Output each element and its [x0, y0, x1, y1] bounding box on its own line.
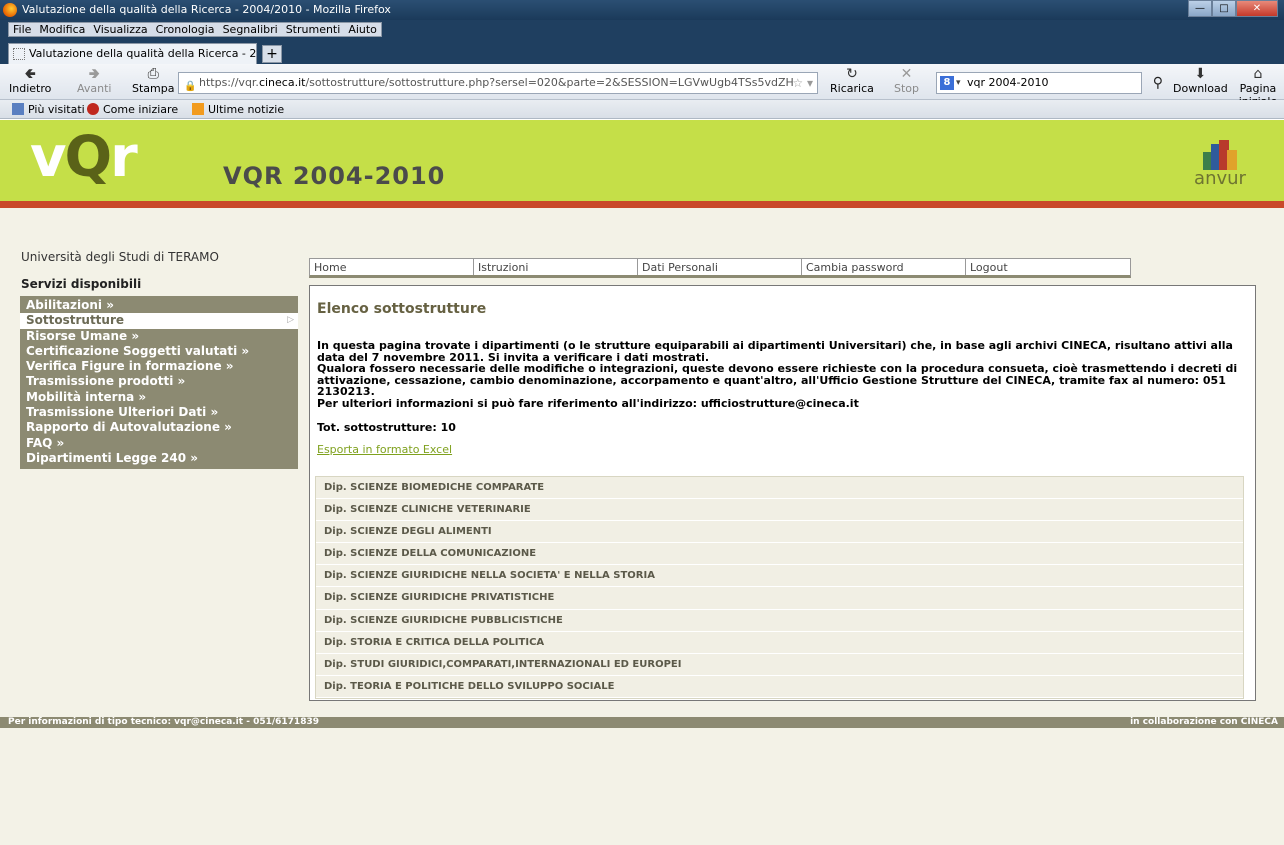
download-arrow-icon: ⬇ [1194, 66, 1207, 82]
nav-logout[interactable]: Logout [966, 259, 1130, 275]
menu-file[interactable]: File [9, 23, 35, 36]
site-header: vQr VQR 2004-2010 anvur [0, 120, 1284, 201]
list-item[interactable]: Dip. SCIENZE CLINICHE VETERINARIE [316, 499, 1243, 522]
tab-bar: Valutazione della qualità della Ricerca … [0, 39, 1284, 64]
google-engine-icon[interactable]: 8 [940, 76, 954, 90]
tab-title: Valutazione della qualità della Ricerca … [29, 47, 257, 60]
new-tab-button[interactable]: + [262, 45, 282, 63]
list-item[interactable]: Dip. SCIENZE BIOMEDICHE COMPARATE [316, 477, 1243, 500]
folder-icon [12, 103, 24, 115]
nav-istruzioni[interactable]: Istruzioni [474, 259, 638, 275]
reload-button[interactable]: ↻ Ricarica [830, 66, 874, 95]
menu-visualizza[interactable]: Visualizza [89, 23, 151, 36]
main-content: Elenco sottostrutture In questa pagina t… [309, 285, 1256, 701]
list-item[interactable]: Dip. SCIENZE GIURIDICHE NELLA SOCIETA' E… [316, 565, 1243, 588]
home-icon: ⌂ [1253, 66, 1263, 82]
menu-cronologia[interactable]: Cronologia [152, 23, 219, 36]
department-list: Dip. SCIENZE BIOMEDICHE COMPARATE Dip. S… [315, 476, 1244, 699]
firefox-logo-icon [3, 3, 17, 17]
footer-contact: Per informazioni di tipo tecnico: vqr@ci… [8, 717, 319, 727]
bookmark-piu-visitati[interactable]: Più visitati [12, 103, 85, 116]
menu-faq[interactable]: FAQ » [20, 436, 298, 451]
navigation-toolbar: 🢀 Indietro 🢂 Avanti ⎙ Stampa 🔒 https://v… [0, 64, 1284, 108]
forward-button[interactable]: 🢂 Avanti [77, 66, 111, 95]
services-heading: Servizi disponibili [21, 277, 142, 291]
printer-icon: ⎙ [147, 66, 159, 82]
anvur-logo: anvur [1185, 140, 1255, 192]
reload-icon: ↻ [846, 66, 858, 82]
export-excel-link[interactable]: Esporta in formato Excel [317, 443, 452, 456]
arrow-right-icon: 🢂 [88, 66, 100, 82]
list-item[interactable]: Dip. SCIENZE GIURIDICHE PUBBLICISTICHE [316, 609, 1243, 632]
menu-trasmissione-ulteriori-dati[interactable]: Trasmissione Ulteriori Dati » [20, 405, 298, 420]
menu-segnalibri[interactable]: Segnalibri [219, 23, 282, 36]
search-bar[interactable]: 8 ▾ vqr 2004-2010 ⚲ [936, 72, 1163, 94]
menu-certificazione-soggetti[interactable]: Certificazione Soggetti valutati » [20, 344, 298, 359]
engine-dropdown-icon[interactable]: ▾ [956, 73, 961, 93]
description-paragraph: Qualora fossero necessarie delle modific… [317, 362, 1238, 398]
menu-sottostrutture[interactable]: Sottostrutture ▷ [20, 313, 298, 329]
bookmarks-toolbar: Più visitati Come iniziare Ultime notizi… [0, 100, 1284, 119]
stop-x-icon: ✕ [900, 66, 913, 82]
print-button[interactable]: ⎙ Stampa [132, 66, 174, 95]
menu-verifica-figure[interactable]: Verifica Figure in formazione » [20, 359, 298, 374]
lock-icon: 🔒 [184, 81, 197, 92]
window-title: Valutazione della qualità della Ricerca … [22, 3, 391, 16]
services-menu: Abilitazioni » Sottostrutture ▷ Risorse U… [20, 296, 298, 470]
university-name: Università degli Studi di TERAMO [21, 250, 219, 264]
bookmark-star-icon[interactable]: ☆ ▾ [792, 73, 813, 93]
description: In questa pagina trovate i dipartimenti … [317, 340, 1252, 409]
list-item[interactable]: Dip. SCIENZE DEGLI ALIMENTI [316, 521, 1243, 544]
menu-mobilita-interna[interactable]: Mobilità interna » [20, 390, 298, 405]
menu-dipartimenti-legge-240[interactable]: Dipartimenti Legge 240 » [20, 451, 298, 466]
site-footer: Per informazioni di tipo tecnico: vqr@ci… [0, 717, 1284, 728]
page-favicon-icon [13, 48, 25, 60]
description-paragraph: Per ulteriori informazioni si può fare r… [317, 396, 859, 410]
search-icon[interactable]: ⚲ [1153, 73, 1163, 93]
triangle-right-icon: ▷ [287, 315, 294, 326]
browser-tab[interactable]: Valutazione della qualità della Ricerca … [8, 43, 257, 64]
list-item[interactable]: Dip. TEORIA E POLITICHE DELLO SVILUPPO S… [316, 675, 1243, 698]
close-window-button[interactable]: ✕ [1236, 0, 1278, 17]
list-item[interactable]: Dip. STUDI GIURIDICI,COMPARATI,INTERNAZI… [316, 653, 1243, 676]
page-title: Elenco sottostrutture [317, 301, 487, 317]
rss-icon [192, 103, 204, 115]
site-title: VQR 2004-2010 [223, 162, 446, 190]
description-paragraph: In questa pagina trovate i dipartimenti … [317, 339, 1233, 364]
menu-modifica[interactable]: Modifica [35, 23, 89, 36]
menubar: File Modifica Visualizza Cronologia Segn… [0, 20, 1284, 39]
menu-rapporto-autovalutazione[interactable]: Rapporto di Autovalutazione » [20, 420, 298, 435]
bookmark-come-iniziare[interactable]: Come iniziare [87, 103, 178, 116]
vqr-logo: vQr [30, 125, 138, 190]
maximize-button[interactable]: □ [1212, 0, 1236, 17]
list-item[interactable]: Dip. SCIENZE DELLA COMUNICAZIONE [316, 543, 1243, 566]
nav-cambia-password[interactable]: Cambia password [802, 259, 966, 275]
top-navigation: Home Istruzioni Dati Personali Cambia pa… [309, 258, 1131, 278]
menu-risorse-umane[interactable]: Risorse Umane » [20, 329, 298, 344]
list-item[interactable]: Dip. STORIA E CRITICA DELLA POLITICA [316, 631, 1243, 654]
list-item[interactable]: Dip. SCIENZE GIURIDICHE PRIVATISTICHE [316, 587, 1243, 610]
menu-aiuto[interactable]: Aiuto [344, 23, 381, 36]
back-button[interactable]: 🢀 Indietro [9, 66, 51, 95]
total-count: Tot. sottostrutture: 10 [317, 421, 456, 434]
menu-strumenti[interactable]: Strumenti [282, 23, 345, 36]
menu-trasmissione-prodotti[interactable]: Trasmissione prodotti » [20, 374, 298, 389]
footer-credits: in collaborazione con CINECA [1130, 717, 1278, 727]
bookmark-ultime-notizie[interactable]: Ultime notizie [192, 103, 284, 116]
window-titlebar: Valutazione della qualità della Ricerca … [0, 0, 1284, 20]
stop-button[interactable]: ✕ Stop [894, 66, 919, 95]
minimize-button[interactable]: — [1188, 0, 1212, 17]
url-bar[interactable]: 🔒 https://vqr.cineca.it/sottostrutture/s… [178, 72, 818, 94]
firefox-bookmark-icon [87, 103, 99, 115]
nav-dati-personali[interactable]: Dati Personali [638, 259, 802, 275]
download-button[interactable]: ⬇ Download [1173, 66, 1228, 95]
nav-home[interactable]: Home [310, 259, 474, 275]
menu-abilitazioni[interactable]: Abilitazioni » [20, 298, 298, 313]
web-page: vQr VQR 2004-2010 anvur Università degli… [0, 120, 1284, 845]
header-divider [0, 201, 1284, 208]
arrow-left-icon: 🢀 [24, 66, 36, 82]
